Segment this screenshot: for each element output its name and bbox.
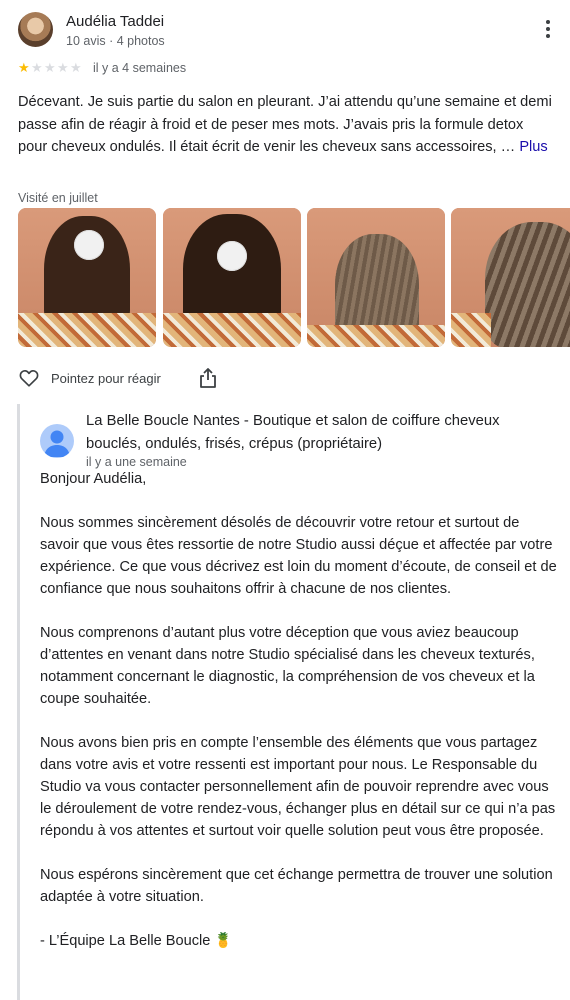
star-empty-icon: ★ — [44, 60, 56, 75]
owner-avatar[interactable] — [40, 424, 74, 458]
owner-reply-date: il y a une semaine — [86, 455, 187, 469]
reply-signature: - L’Équipe La Belle Boucle 🍍 — [40, 933, 233, 949]
review-actions: Pointez pour réagir — [18, 367, 558, 391]
react-label[interactable]: Pointez pour réagir — [51, 371, 161, 386]
star-empty-icon: ★ — [31, 60, 43, 75]
reply-paragraph: Bonjour Audélia, — [40, 471, 147, 487]
review-photo[interactable] — [18, 208, 156, 347]
owner-name[interactable]: La Belle Boucle Nantes - Boutique et sal… — [86, 410, 556, 456]
more-link[interactable]: Plus — [519, 139, 547, 155]
rating-row: ★ ★ ★ ★ ★ il y a 4 semaines — [18, 60, 186, 76]
share-icon[interactable] — [198, 367, 218, 389]
heart-icon[interactable] — [18, 367, 40, 389]
author-name[interactable]: Audélia Taddei — [66, 13, 164, 30]
star-empty-icon: ★ — [57, 60, 69, 75]
reply-paragraph: Nous sommes sincèrement désolés de décou… — [40, 515, 557, 597]
star-empty-icon: ★ — [70, 60, 82, 75]
star-filled-icon: ★ — [18, 60, 30, 75]
review-photo[interactable] — [163, 208, 301, 347]
reply-paragraph: Nous avons bien pris en compte l’ensembl… — [40, 735, 556, 839]
review-date: il y a 4 semaines — [93, 61, 187, 75]
review-header: Audélia Taddei 10 avis · 4 photos — [18, 12, 558, 52]
person-icon — [44, 430, 70, 457]
review-body: Décevant. Je suis partie du salon en ple… — [18, 94, 552, 155]
more-options-icon[interactable] — [544, 20, 552, 42]
reply-paragraph: Nous comprenons d’autant plus votre déce… — [40, 625, 535, 707]
reply-paragraph: Nous espérons sincèrement que cet échang… — [40, 867, 553, 905]
owner-reply-text: Bonjour Audélia, Nous sommes sincèrement… — [40, 468, 560, 974]
review-photo[interactable] — [451, 208, 570, 347]
visited-label: Visité en juillet — [18, 191, 98, 205]
owner-reply: La Belle Boucle Nantes - Boutique et sal… — [17, 404, 570, 1000]
review-photo[interactable] — [307, 208, 445, 347]
author-meta: 10 avis · 4 photos — [66, 34, 165, 48]
photo-strip — [18, 208, 570, 348]
avatar[interactable] — [18, 12, 53, 47]
star-rating: ★ ★ ★ ★ ★ — [18, 61, 83, 75]
review-text: Décevant. Je suis partie du salon en ple… — [18, 91, 554, 159]
